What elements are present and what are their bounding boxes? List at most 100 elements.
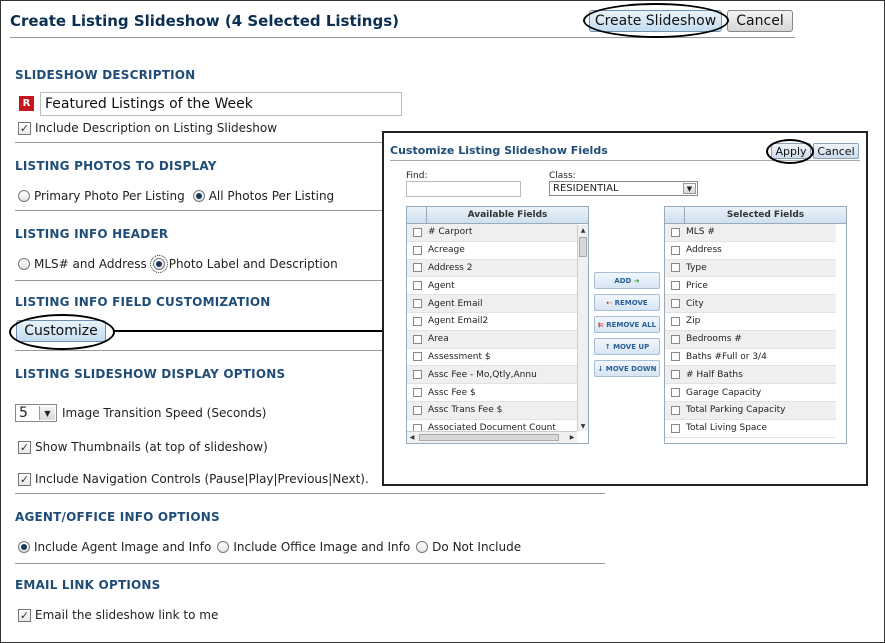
scroll-down-icon[interactable]: ▼ xyxy=(578,421,588,431)
remove-button[interactable]: ⇠ REMOVE xyxy=(594,294,660,311)
list-item[interactable]: Assessment $ xyxy=(407,349,577,367)
dialog-cancel-button[interactable]: Cancel xyxy=(813,143,859,159)
checkbox-unchecked-icon[interactable] xyxy=(412,388,422,398)
move-up-button[interactable]: ↑ MOVE UP xyxy=(594,338,660,355)
scroll-up-icon[interactable]: ▲ xyxy=(578,225,588,235)
list-item[interactable]: Assc Fee $ xyxy=(407,384,577,402)
radio-off-icon[interactable] xyxy=(18,258,30,270)
checkbox-unchecked-icon[interactable] xyxy=(670,263,680,273)
scroll-thumb[interactable] xyxy=(579,237,587,257)
radio-agent-office[interactable]: Include Agent Image and Info Include Off… xyxy=(18,540,521,554)
checkbox-unchecked-icon[interactable] xyxy=(412,299,422,309)
checkbox-checked-icon[interactable]: ✓ xyxy=(18,472,31,486)
checkbox-checked-icon[interactable]: ✓ xyxy=(18,608,31,622)
checkbox-cell xyxy=(665,245,685,255)
radio-on-icon[interactable] xyxy=(18,541,30,553)
vertical-scrollbar[interactable]: ▲ ▼ xyxy=(577,225,588,431)
checkbox-unchecked-icon[interactable] xyxy=(412,227,422,237)
create-slideshow-button[interactable]: Create Slideshow xyxy=(589,10,722,32)
radio-primary-photo[interactable]: Primary Photo Per Listing All Photos Per… xyxy=(18,189,334,203)
list-item[interactable]: Acreage xyxy=(407,242,577,260)
available-fields-list[interactable]: Available Fields # Carport Acreage Address… xyxy=(406,206,589,444)
list-item[interactable]: Address xyxy=(665,242,836,260)
checkbox-unchecked-icon[interactable] xyxy=(670,316,680,326)
scroll-right-icon[interactable]: ▶ xyxy=(567,432,577,443)
checkbox-unchecked-icon[interactable] xyxy=(670,405,680,415)
add-button[interactable]: ADD ➔ xyxy=(594,272,660,289)
list-item[interactable]: Bedrooms # xyxy=(665,330,836,349)
list-item[interactable]: MLS # xyxy=(665,224,836,242)
checkbox-unchecked-icon[interactable] xyxy=(412,352,422,362)
horizontal-scrollbar[interactable]: ◀ ▶ xyxy=(407,431,577,443)
class-select[interactable]: RESIDENTIAL ▼ xyxy=(549,181,698,196)
checkbox-unchecked-icon[interactable] xyxy=(412,316,422,326)
chevron-down-icon[interactable]: ▼ xyxy=(39,406,55,420)
find-input[interactable] xyxy=(406,181,521,197)
checkbox-unchecked-icon[interactable] xyxy=(412,370,422,380)
checkbox-unchecked-icon[interactable] xyxy=(670,227,680,237)
list-item-label: # Carport xyxy=(428,227,473,238)
checkbox-unchecked-icon[interactable] xyxy=(412,281,422,291)
radio-agent-label: Include Agent Image and Info xyxy=(34,540,212,554)
list-item[interactable]: City xyxy=(665,295,836,313)
radio-on-icon[interactable] xyxy=(149,255,168,273)
checkbox-cell xyxy=(407,299,427,309)
slideshow-description-input[interactable] xyxy=(40,92,402,116)
checkbox-checked-icon[interactable]: ✓ xyxy=(18,440,31,454)
list-item[interactable]: Baths #Full or 3/4 xyxy=(665,349,836,367)
list-item[interactable]: Price xyxy=(665,277,836,296)
list-item[interactable]: Assc Fee - Mo,Qtly,Annu xyxy=(407,366,577,385)
list-item[interactable]: Agent Email2 xyxy=(407,313,577,331)
selected-fields-list[interactable]: Selected Fields MLS # Address Type Price Cit… xyxy=(664,206,847,444)
checkbox-unchecked-icon[interactable] xyxy=(670,388,680,398)
checkbox-unchecked-icon[interactable] xyxy=(670,281,680,291)
radio-off-icon[interactable] xyxy=(217,541,230,553)
checkbox-unchecked-icon[interactable] xyxy=(670,352,680,362)
email-link-option[interactable]: ✓ Email the slideshow link to me xyxy=(18,608,218,622)
list-item-label: Price xyxy=(686,280,708,291)
list-item[interactable]: Address 2 xyxy=(407,259,577,278)
radio-office-label: Include Office Image and Info xyxy=(233,540,411,554)
list-item[interactable]: # Half Baths xyxy=(665,366,836,385)
list-item[interactable]: Type xyxy=(665,259,836,278)
radio-info-header[interactable]: MLS# and Address Photo Label and Descrip… xyxy=(18,255,338,273)
list-item[interactable]: Area xyxy=(407,330,577,349)
remove-all-button[interactable]: ⇇ REMOVE ALL xyxy=(594,316,660,333)
move-down-button[interactable]: ↓ MOVE DOWN xyxy=(594,360,660,377)
radio-off-icon[interactable] xyxy=(18,190,30,202)
radio-off-icon[interactable] xyxy=(416,541,429,553)
list-item[interactable]: Agent Email xyxy=(407,295,577,313)
scroll-left-icon[interactable]: ◀ xyxy=(407,432,417,443)
checkbox-unchecked-icon[interactable] xyxy=(412,245,422,255)
cancel-button[interactable]: Cancel xyxy=(727,10,793,32)
move-up-button-label: MOVE UP xyxy=(613,342,650,351)
transition-speed-select[interactable]: 5 ▼ xyxy=(15,404,57,422)
scroll-thumb[interactable] xyxy=(419,434,559,441)
checkbox-unchecked-icon[interactable] xyxy=(670,299,680,309)
radio-on-icon[interactable] xyxy=(192,190,205,202)
email-link-label: Email the slideshow link to me xyxy=(35,608,219,622)
checkbox-unchecked-icon[interactable] xyxy=(412,263,422,273)
checkbox-checked-icon[interactable]: ✓ xyxy=(18,121,31,135)
list-item[interactable]: Zip xyxy=(665,313,836,331)
list-item[interactable]: Assc Trans Fee $ xyxy=(407,401,577,420)
list-item[interactable]: Total Living Space xyxy=(665,420,836,438)
checkbox-unchecked-icon[interactable] xyxy=(670,423,680,433)
apply-button[interactable]: Apply xyxy=(771,143,811,159)
checkbox-unchecked-icon[interactable] xyxy=(412,334,422,344)
checkbox-unchecked-icon[interactable] xyxy=(670,370,680,380)
checkbox-unchecked-icon[interactable] xyxy=(670,245,680,255)
include-description-option[interactable]: ✓ Include Description on Listing Slidesh… xyxy=(18,121,277,135)
show-thumbnails-option[interactable]: ✓ Show Thumbnails (at top of slideshow) xyxy=(18,440,268,454)
customize-button[interactable]: Customize xyxy=(16,320,106,342)
list-item-label: Total Living Space xyxy=(686,423,767,434)
available-fields-rows: # Carport Acreage Address 2 Agent Agent Emai… xyxy=(407,224,588,438)
list-item[interactable]: # Carport xyxy=(407,224,577,242)
chevron-down-icon[interactable]: ▼ xyxy=(683,183,696,194)
checkbox-unchecked-icon[interactable] xyxy=(670,334,680,344)
list-item[interactable]: Total Parking Capacity xyxy=(665,401,836,420)
list-item[interactable]: Agent xyxy=(407,277,577,296)
navigation-controls-option[interactable]: ✓ Include Navigation Controls (Pause|Pla… xyxy=(18,472,369,486)
checkbox-unchecked-icon[interactable] xyxy=(412,405,422,415)
list-item[interactable]: Garage Capacity xyxy=(665,384,836,402)
